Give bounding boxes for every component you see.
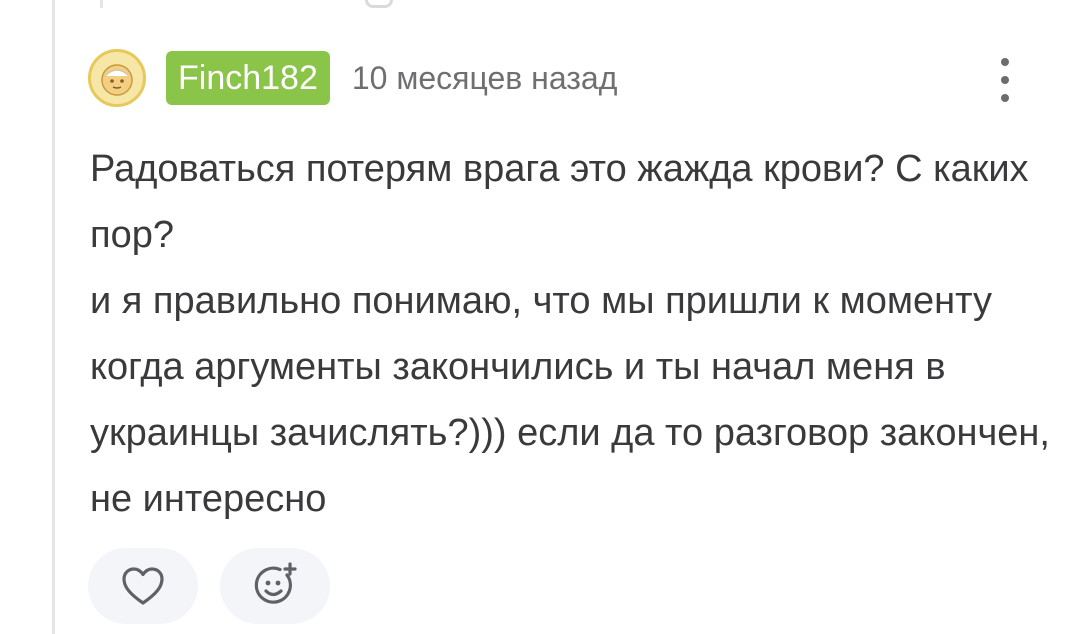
- like-button[interactable]: [88, 548, 198, 624]
- more-vertical-icon: [1001, 58, 1009, 66]
- add-reaction-icon: [254, 562, 297, 604]
- previous-comment-stub: [365, 0, 393, 8]
- comment-paragraph: и я правильно понимаю, что мы пришли к м…: [90, 280, 1050, 520]
- username-badge[interactable]: Finch182: [166, 51, 330, 105]
- avatar-icon: [101, 64, 133, 96]
- heart-icon: [122, 567, 164, 605]
- more-vertical-icon-dot: [1001, 94, 1009, 102]
- comment-timestamp: 10 месяцев назад: [351, 59, 618, 96]
- comment-header: Finch182 10 месяцев назад: [88, 48, 1048, 108]
- more-vertical-icon-dot: [1001, 76, 1009, 84]
- more-options-button[interactable]: [992, 58, 1018, 102]
- comment-text: Радоваться потерям врага это жажда крови…: [90, 136, 1050, 532]
- thread-line: [52, 0, 55, 634]
- comment-page: Finch182 10 месяцев назад Радоваться пот…: [0, 0, 1080, 634]
- thread-line-top: [100, 0, 103, 8]
- comment-paragraph: Радоваться потерям врага это жажда крови…: [90, 148, 1029, 256]
- avatar[interactable]: [88, 49, 146, 107]
- add-reaction-button[interactable]: [220, 548, 330, 624]
